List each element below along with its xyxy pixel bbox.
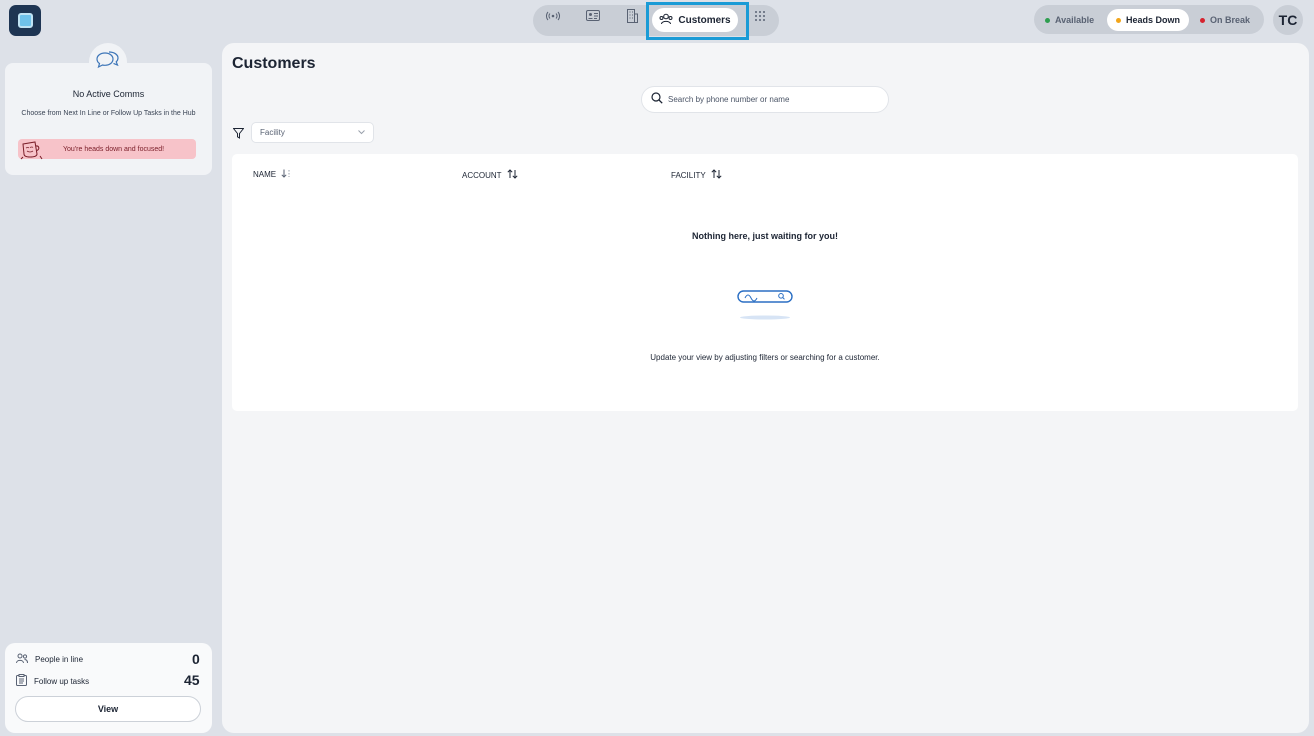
view-button[interactable]: View [15,696,201,722]
column-header-name[interactable]: NAME [253,169,292,180]
search-input[interactable] [668,95,868,104]
comms-title: No Active Comms [72,89,145,99]
app-logo[interactable] [9,5,41,36]
focus-banner: You're heads down and focused! [18,139,196,160]
follow-up-tasks-row: Follow up tasks [16,674,89,688]
page-title: Customers [232,55,316,72]
focus-banner-text: You're heads down and focused! [63,146,165,153]
broadcast-icon[interactable] [543,6,563,25]
status-dot-icon [1116,17,1121,23]
empty-state-subtitle: Update your view by adjusting filters or… [650,353,880,362]
clipboard-icon [16,674,27,688]
status-dot-icon [1045,17,1050,23]
empty-search-illustration-icon [736,289,794,321]
search-box[interactable] [641,86,889,113]
column-label: ACCOUNT [462,170,502,180]
customers-table [232,154,1298,411]
status-label: On Break [1210,15,1251,25]
coffee-mug-icon [20,140,44,160]
column-label: NAME [253,170,277,179]
follow-up-tasks-count: 45 [184,672,200,688]
chat-bubbles-icon [89,43,127,77]
empty-state-title: Nothing here, just waiting for you! [692,231,838,241]
status-on-break[interactable]: On Break [1200,9,1250,31]
status-label: Heads Down [1126,15,1181,25]
column-label: FACILITY [671,170,706,180]
status-dot-icon [1200,17,1205,23]
contact-card-icon[interactable] [583,6,603,25]
selection-highlight [646,2,749,40]
sort-icon [711,169,722,181]
queue-label: Follow up tasks [34,676,90,686]
status-available[interactable]: Available [1045,9,1094,31]
dialpad-icon[interactable] [750,6,770,25]
people-icon [16,653,28,666]
column-header-facility[interactable]: FACILITY [671,169,722,181]
comms-subtitle: Choose from Next In Line or Follow Up Ta… [21,110,196,117]
facility-select[interactable]: Facility [251,122,374,143]
avatar[interactable]: TC [1273,5,1303,35]
queue-label: People in line [35,655,84,664]
search-icon [651,91,663,109]
sort-down-icon [281,169,292,180]
filter-icon[interactable] [232,126,245,144]
people-in-line-row: People in line [16,653,83,666]
facility-select-label: Facility [260,128,285,137]
building-icon[interactable] [622,6,642,25]
status-label: Available [1055,15,1095,25]
sort-icon [507,169,518,181]
people-in-line-count: 0 [192,651,200,667]
chevron-down-icon [358,128,365,137]
status-heads-down[interactable]: Heads Down [1107,9,1190,31]
column-header-account[interactable]: ACCOUNT [462,169,518,181]
